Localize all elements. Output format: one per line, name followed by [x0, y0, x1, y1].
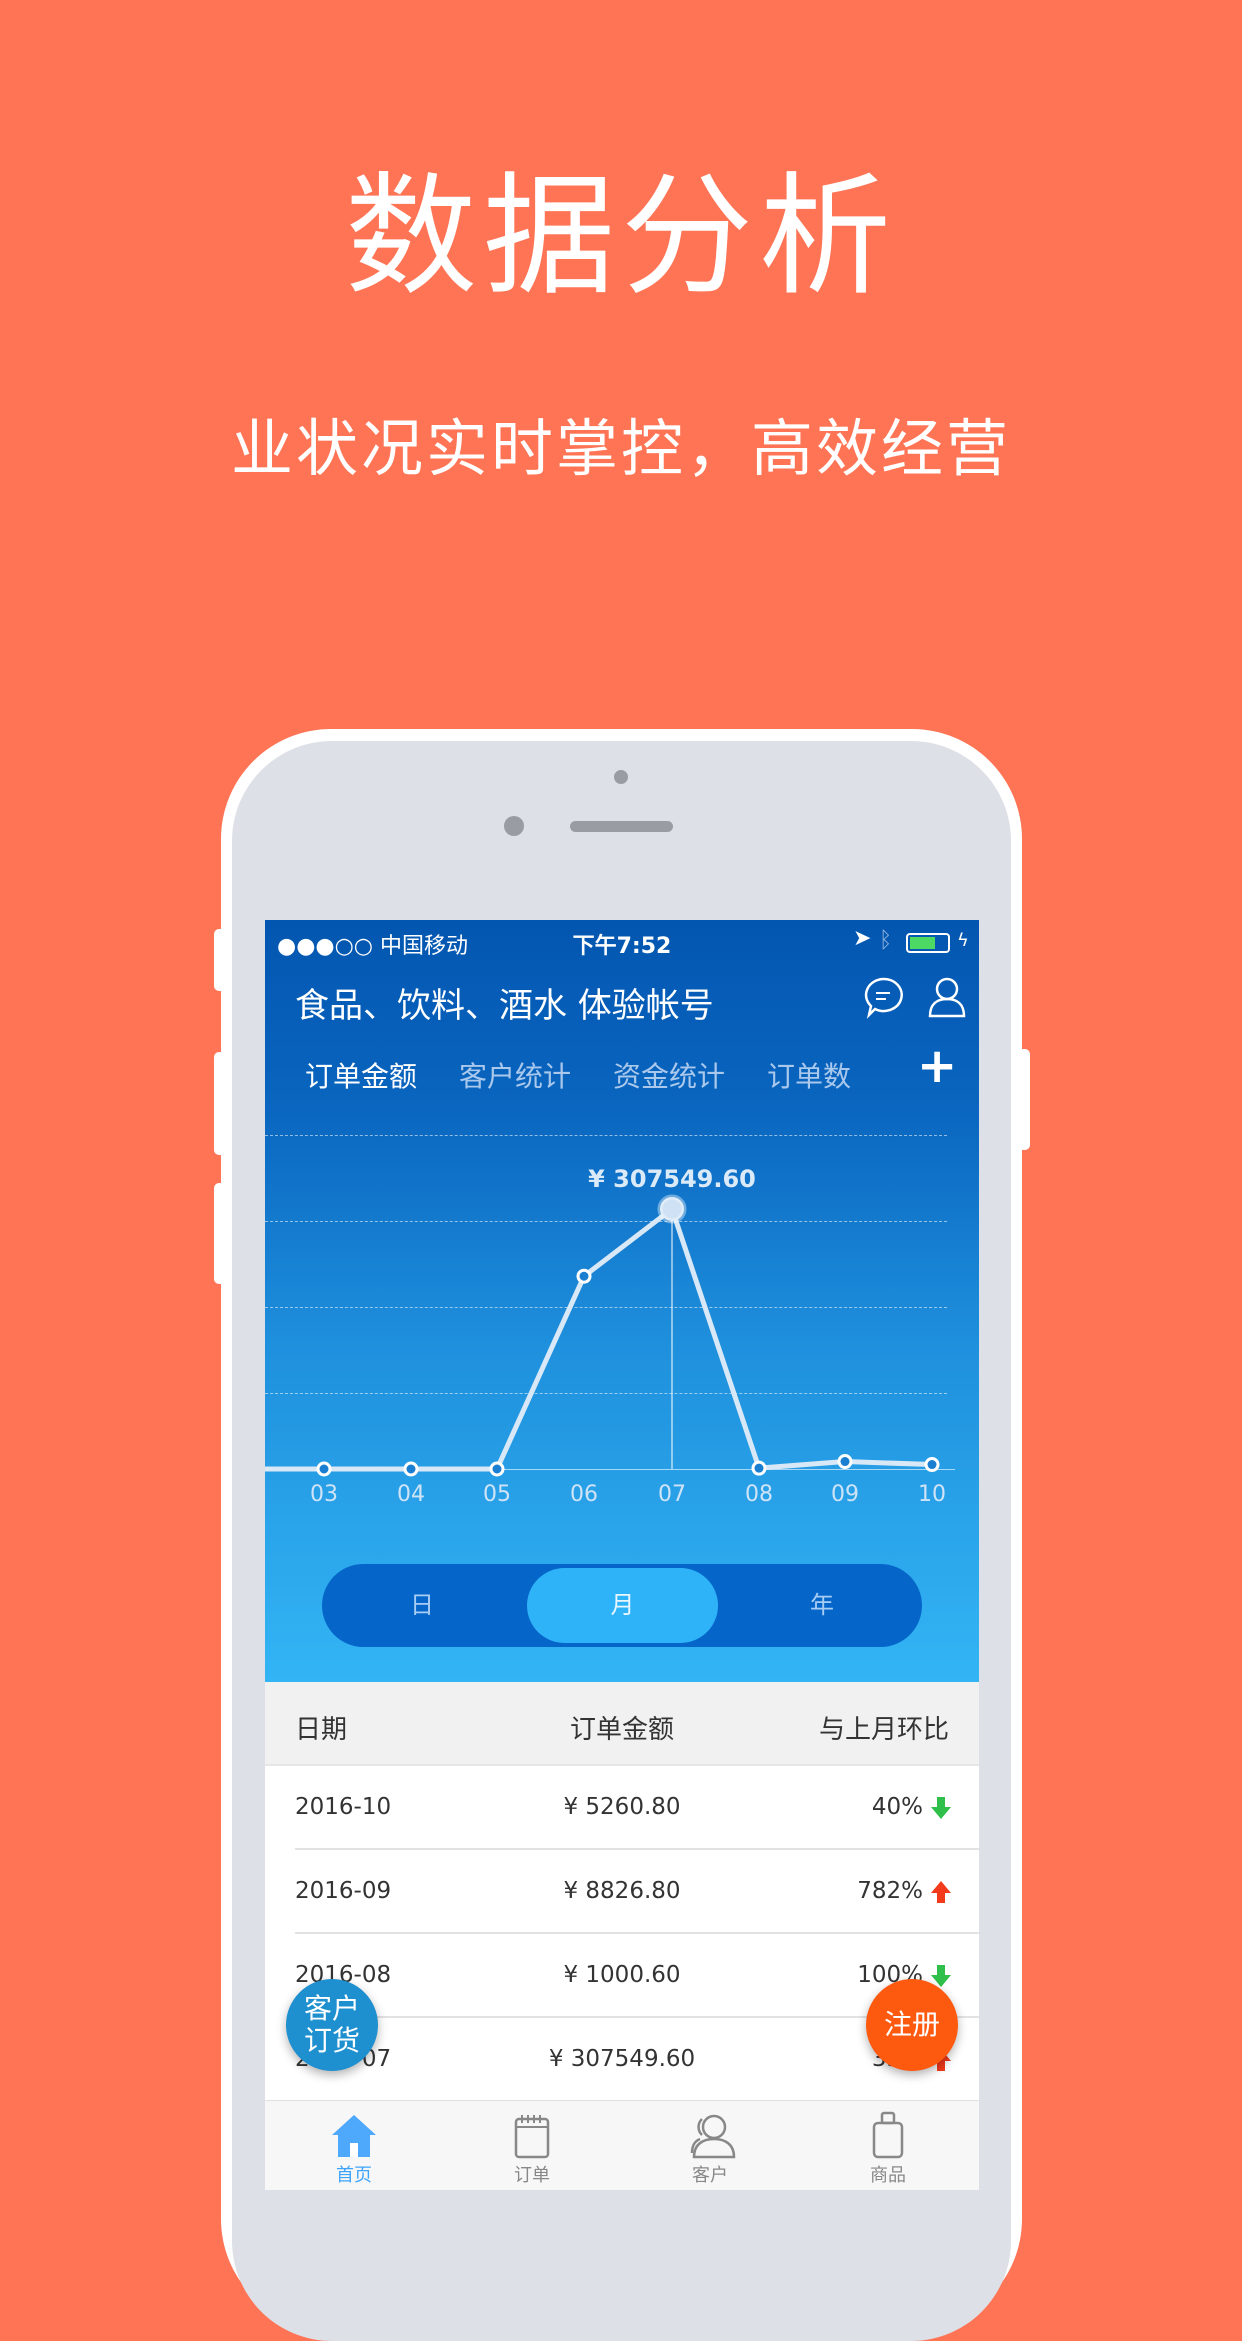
customers-icon — [690, 2114, 736, 2159]
tabbar-label: 商品 — [870, 2165, 906, 2186]
x-tick-label: 10 — [918, 1482, 946, 1507]
data-point[interactable] — [837, 1454, 853, 1470]
table-header: 日期 订单金额 与上月环比 — [265, 1682, 979, 1766]
app-screen: ●●●○○ 中国移动 下午7:52 ➤ ᛒ ϟ 食品、饮料、酒水 体验帐号 订单… — [265, 920, 979, 2190]
data-point[interactable] — [924, 1457, 940, 1473]
row-ratio: 40% — [871, 1794, 923, 1820]
tabbar-customers[interactable]: 客户 — [621, 2101, 799, 2190]
period-day[interactable]: 日 — [322, 1564, 522, 1647]
tabbar-label: 首页 — [336, 2165, 372, 2186]
promo-title: 数据分析 — [345, 160, 897, 314]
line-chart — [265, 1194, 940, 1477]
tabbar-label: 客户 — [692, 2165, 728, 2186]
data-point[interactable] — [576, 1268, 592, 1284]
x-tick-label: 05 — [483, 1482, 511, 1507]
row-ratio: 782% — [857, 1878, 923, 1904]
customer-order-button[interactable]: 客户 订货 — [286, 1979, 378, 2071]
trend-up-icon — [931, 1881, 951, 1903]
trend-down-icon — [931, 1797, 951, 1819]
data-point[interactable] — [316, 1461, 332, 1477]
front-camera — [504, 816, 524, 836]
home-icon — [332, 2115, 376, 2157]
table-row[interactable]: 2016-10 ¥ 5260.80 40% — [265, 1766, 979, 1850]
register-button[interactable]: 注册 — [866, 1979, 958, 2071]
series-line — [265, 1204, 933, 1472]
x-tick-label: 03 — [310, 1482, 338, 1507]
tabbar-home[interactable]: 首页 — [265, 2101, 443, 2190]
col-ratio: 与上月环比 — [818, 1715, 949, 1745]
sensor-dot — [614, 770, 628, 784]
data-point[interactable] — [657, 1194, 687, 1224]
data-point[interactable] — [489, 1461, 505, 1477]
tab-bar: 首页 订单 客户 商品 — [265, 2100, 979, 2190]
period-year[interactable]: 年 — [722, 1564, 922, 1647]
table-row[interactable]: 2016-09 ¥ 8826.80 782% — [265, 1850, 979, 1934]
x-tick-label: 04 — [397, 1482, 425, 1507]
promo-subtitle: 业状况实时掌控，高效经营 — [230, 412, 1011, 485]
data-point[interactable] — [751, 1460, 767, 1476]
tabbar-orders[interactable]: 订单 — [443, 2101, 621, 2190]
period-month[interactable]: 月 — [527, 1568, 718, 1643]
speaker — [570, 821, 673, 832]
x-tick-label: 08 — [745, 1482, 773, 1507]
x-tick-label: 06 — [570, 1482, 598, 1507]
notepad-icon — [514, 2115, 550, 2159]
x-tick-label: 07 — [658, 1482, 686, 1507]
hero-panel: ●●●○○ 中国移动 下午7:52 ➤ ᛒ ϟ 食品、饮料、酒水 体验帐号 订单… — [265, 920, 979, 1682]
x-tick-label: 09 — [831, 1482, 859, 1507]
data-point[interactable] — [403, 1461, 419, 1477]
period-selector: 日 月 年 — [322, 1564, 922, 1647]
tabbar-label: 订单 — [514, 2165, 550, 2186]
tabbar-products[interactable]: 商品 — [799, 2101, 977, 2190]
bag-icon — [872, 2111, 904, 2159]
peak-value-label: ¥ 307549.60 — [588, 1165, 756, 1193]
